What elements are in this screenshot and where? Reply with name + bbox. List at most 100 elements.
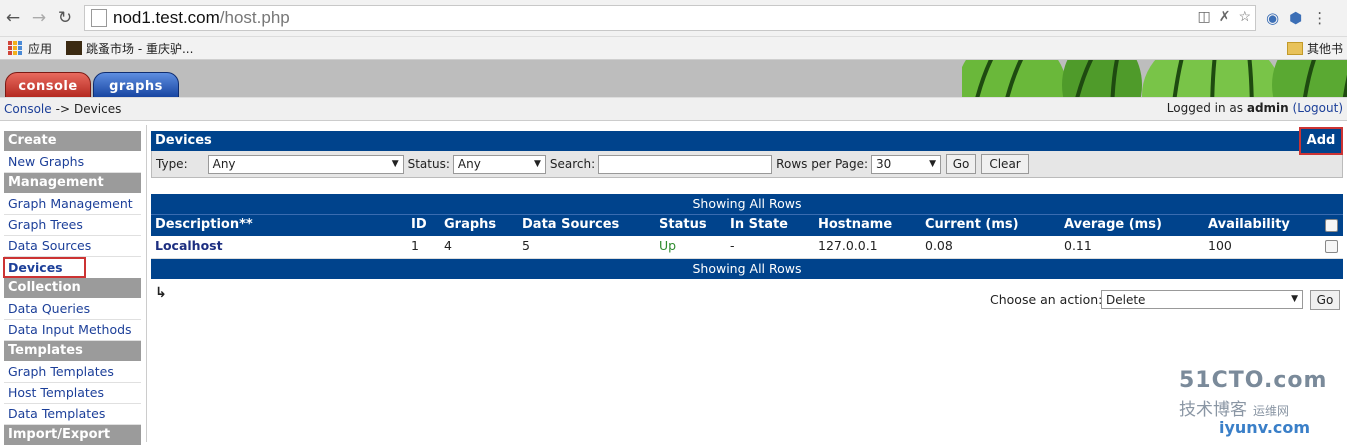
action-area: ↳ Choose an action: Delete ▼ Go [151, 279, 1343, 325]
cell-in-state: - [730, 238, 735, 253]
device-description-link[interactable]: Localhost [155, 238, 223, 253]
panel-title: Devices [155, 133, 212, 148]
col-in-state[interactable]: In State [730, 217, 788, 232]
cell-hostname: 127.0.0.1 [818, 238, 878, 253]
forward-icon[interactable]: → [26, 5, 52, 31]
cactus-logo [962, 60, 1347, 97]
breadcrumb-separator: -> [55, 102, 71, 116]
cacti-header: console graphs [0, 60, 1347, 97]
reload-icon[interactable]: ↻ [52, 5, 78, 31]
menu-section-collection-methods: Collection Methods [4, 278, 141, 315]
logout-link[interactable]: (Logout) [1293, 101, 1343, 115]
cell-availability: 100 [1208, 238, 1232, 253]
status-select[interactable]: Any ▼ [452, 154, 546, 174]
watermark-line3: 运维网 [1253, 404, 1290, 418]
type-select[interactable]: Any ▼ [207, 154, 404, 174]
rows-per-page-select[interactable]: 30 ▼ [871, 154, 942, 174]
tab-console[interactable]: console [5, 72, 91, 97]
add-device-button[interactable]: Add [1299, 127, 1343, 155]
menu-section-create: Create [4, 131, 141, 151]
action-go-button[interactable]: Go [1310, 290, 1340, 310]
sidebar-item-data-input-methods[interactable]: Data Input Methods [4, 320, 141, 341]
col-data-sources[interactable]: Data Sources [522, 217, 619, 232]
cell-id: 1 [411, 238, 419, 253]
status-label: Status: [407, 157, 450, 171]
back-icon[interactable]: ← [0, 5, 26, 31]
star-icon[interactable]: ☆ [1238, 8, 1251, 25]
chevron-down-icon: ▼ [1291, 294, 1298, 304]
search-input[interactable] [598, 154, 773, 174]
cell-graphs: 4 [444, 238, 452, 253]
extension-icon[interactable]: ◉ [1266, 9, 1279, 27]
showing-rows-bottom: Showing All Rows [151, 259, 1343, 279]
folder-icon [1286, 42, 1303, 55]
sidebar-divider [146, 125, 147, 442]
sidebar-item-graph-management[interactable]: Graph Management [4, 194, 141, 215]
col-description[interactable]: Description** [155, 217, 253, 232]
search-label: Search: [549, 157, 596, 171]
cell-average: 0.11 [1064, 238, 1092, 253]
devices-panel-header: Devices Add [151, 127, 1343, 155]
cell-status: Up [659, 238, 677, 253]
chevron-down-icon: ▼ [929, 158, 937, 169]
login-user: admin [1246, 101, 1289, 115]
filter-bar: Type: Any ▼ Status: Any ▼ Search: Rows p… [151, 151, 1343, 178]
clear-button[interactable]: Clear [981, 154, 1030, 174]
col-id[interactable]: ID [411, 217, 427, 232]
chevron-down-icon: ▼ [533, 158, 541, 169]
type-label: Type: [156, 157, 188, 171]
breadcrumb-console-link[interactable]: Console [4, 102, 52, 116]
cell-data-sources: 5 [522, 238, 530, 253]
sidebar-menu: Create New Graphs Management Graph Manag… [3, 131, 141, 446]
bookmark-apps[interactable]: 应用 [28, 40, 52, 57]
page-icon [91, 9, 107, 27]
sidebar-item-host-templates[interactable]: Host Templates [4, 383, 141, 404]
menu-section-import-export: Import/Export [4, 425, 141, 445]
apps-icon[interactable] [8, 41, 22, 55]
sidebar-item-graph-trees[interactable]: Graph Trees [4, 215, 141, 236]
shield-icon[interactable]: ⬢ [1289, 9, 1302, 27]
bookmark-flea-market[interactable]: 跳蚤市场 - 重庆驴... [86, 40, 193, 57]
action-select[interactable]: Delete ▼ [1101, 290, 1303, 309]
sidebar-item-data-sources[interactable]: Data Sources [4, 236, 141, 257]
menu-icon[interactable]: ⋮ [1312, 9, 1327, 27]
status-select-value: Any [457, 157, 481, 171]
col-hostname[interactable]: Hostname [818, 217, 892, 232]
watermark-logo: 51CTO.com 技术博客 运维网 iyunv.com [1179, 368, 1329, 438]
watermark-line1: 51CTO.com [1179, 368, 1328, 393]
sidebar-item-data-queries[interactable]: Data Queries [4, 299, 141, 320]
col-average[interactable]: Average (ms) [1064, 217, 1162, 232]
sidebar-item-devices[interactable]: Devices [3, 257, 86, 278]
menu-section-templates: Templates [4, 341, 141, 361]
tab-graphs[interactable]: graphs [93, 72, 179, 97]
watermark-line2: 技术博客 [1179, 400, 1247, 420]
breadcrumb: Console -> Devices Logged in as admin (L… [0, 97, 1347, 121]
bookmark-other[interactable]: 其他书 [1307, 40, 1343, 57]
translate-icon[interactable]: ◫ [1197, 8, 1210, 25]
col-availability[interactable]: Availability [1208, 217, 1290, 232]
url-host: nod1.test.com [113, 8, 220, 27]
showing-rows-top: Showing All Rows [151, 194, 1343, 214]
rows-per-page-label: Rows per Page: [776, 157, 869, 171]
action-select-value: Delete [1106, 292, 1146, 307]
col-current[interactable]: Current (ms) [925, 217, 1019, 232]
login-status: Logged in as admin (Logout) [1167, 101, 1343, 115]
address-bar[interactable]: nod1.test.com/host.php ◫ ✗ ☆ [84, 5, 1256, 31]
tools-icon[interactable]: ✗ [1219, 8, 1231, 25]
go-button[interactable]: Go [946, 154, 977, 174]
url-path: /host.php [219, 8, 290, 27]
select-all-checkbox[interactable] [1325, 219, 1338, 232]
sidebar-item-graph-templates[interactable]: Graph Templates [4, 362, 141, 383]
bookmark-favicon [66, 41, 83, 55]
col-graphs[interactable]: Graphs [444, 217, 496, 232]
row-checkbox[interactable] [1325, 240, 1338, 253]
cell-current: 0.08 [925, 238, 953, 253]
sidebar-item-new-graphs[interactable]: New Graphs [4, 152, 141, 173]
menu-section-management: Management [4, 173, 141, 193]
type-select-value: Any [212, 157, 236, 171]
sidebar-item-data-templates[interactable]: Data Templates [4, 404, 141, 425]
table-header: Description** ID Graphs Data Sources Sta… [151, 214, 1343, 236]
corner-arrow-icon: ↳ [155, 285, 167, 301]
col-status[interactable]: Status [659, 217, 707, 232]
main-content: Devices Add Type: Any ▼ Status: Any ▼ Se… [151, 127, 1343, 325]
